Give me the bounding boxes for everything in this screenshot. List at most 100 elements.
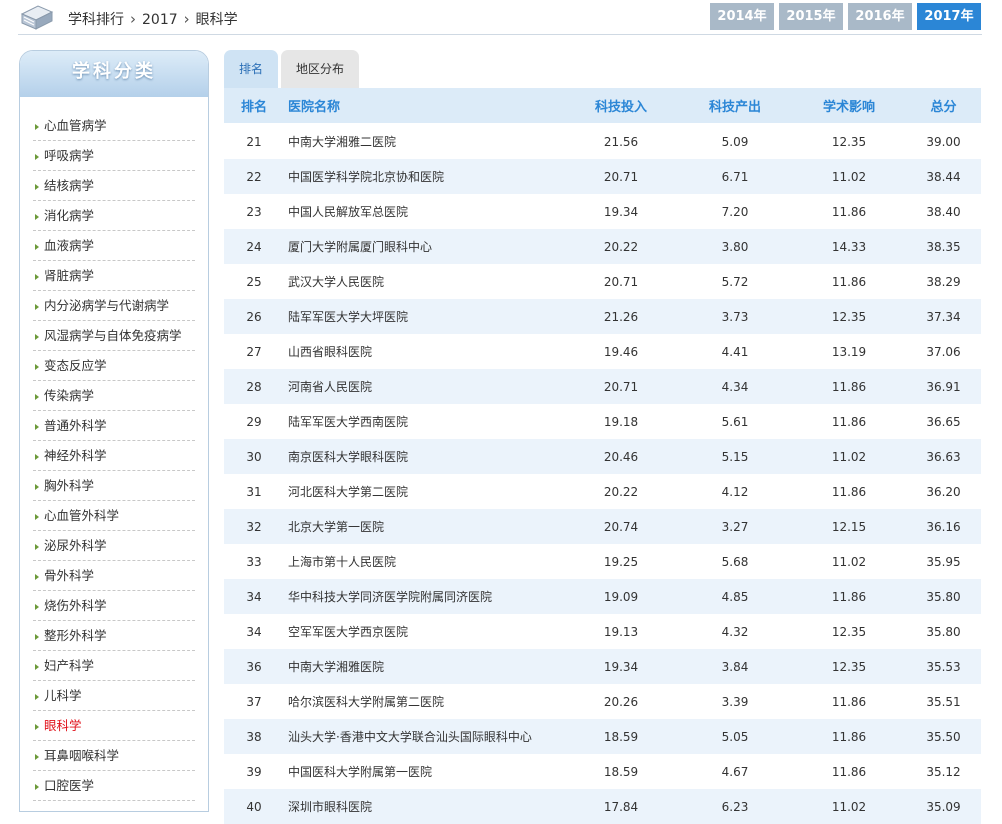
column-header-hospital: 医院名称 <box>284 88 564 124</box>
sidebar-item[interactable]: 神经外科学 <box>33 441 195 471</box>
sidebar-item[interactable]: 眼科学 <box>33 711 195 741</box>
column-header-total-score: 总分 <box>906 88 981 124</box>
hospital-name-cell[interactable]: 中国医学科学院北京协和医院 <box>284 159 564 194</box>
academic-impact-cell: 11.02 <box>792 439 906 474</box>
tech-input-cell: 19.34 <box>564 194 678 229</box>
total-score-cell: 35.80 <box>906 614 981 649</box>
table-row: 40 深圳市眼科医院 17.84 6.23 11.02 35.09 <box>224 789 981 824</box>
hospital-name-cell[interactable]: 上海市第十人民医院 <box>284 544 564 579</box>
column-header-tech-output: 科技产出 <box>678 88 792 124</box>
hospital-name-cell[interactable]: 中南大学湘雅医院 <box>284 649 564 684</box>
sidebar-item[interactable]: 风湿病学与自体免疫病学 <box>33 321 195 351</box>
academic-impact-cell: 12.35 <box>792 649 906 684</box>
rank-cell: 39 <box>224 754 284 789</box>
year-tab-2015[interactable]: 2015年 <box>779 3 843 30</box>
hospital-name-cell[interactable]: 河南省人民医院 <box>284 369 564 404</box>
sidebar-item[interactable]: 耳鼻咽喉科学 <box>33 741 195 771</box>
hospital-name-cell[interactable]: 空军军医大学西京医院 <box>284 614 564 649</box>
total-score-cell: 35.95 <box>906 544 981 579</box>
table-row: 26 陆军军医大学大坪医院 21.26 3.73 12.35 37.34 <box>224 299 981 334</box>
hospital-name-cell[interactable]: 北京大学第一医院 <box>284 509 564 544</box>
hospital-name-cell[interactable]: 中南大学湘雅二医院 <box>284 123 564 159</box>
hospital-name-cell[interactable]: 河北医科大学第二医院 <box>284 474 564 509</box>
tab-ranking[interactable]: 排名 <box>224 50 279 88</box>
tech-output-cell: 3.39 <box>678 684 792 719</box>
tech-output-cell: 5.09 <box>678 123 792 159</box>
hospital-name-cell[interactable]: 武汉大学人民医院 <box>284 264 564 299</box>
sidebar-item[interactable]: 口腔医学 <box>33 771 195 801</box>
sidebar-item[interactable]: 泌尿外科学 <box>33 531 195 561</box>
hospital-name-cell[interactable]: 陆军军医大学西南医院 <box>284 404 564 439</box>
sidebar-item[interactable]: 肾脏病学 <box>33 261 195 291</box>
academic-impact-cell: 11.86 <box>792 369 906 404</box>
tech-input-cell: 21.26 <box>564 299 678 334</box>
hospital-name-cell[interactable]: 南京医科大学眼科医院 <box>284 439 564 474</box>
sidebar-item[interactable]: 变态反应学 <box>33 351 195 381</box>
sidebar-item[interactable]: 血液病学 <box>33 231 195 261</box>
hospital-name-cell[interactable]: 哈尔滨医科大学附属第二医院 <box>284 684 564 719</box>
sidebar-item[interactable]: 消化病学 <box>33 201 195 231</box>
year-tab-2014[interactable]: 2014年 <box>710 3 774 30</box>
table-row: 34 华中科技大学同济医学院附属同济医院 19.09 4.85 11.86 35.80 <box>224 579 981 614</box>
sidebar-item[interactable]: 胸外科学 <box>33 471 195 501</box>
hospital-name-cell[interactable]: 华中科技大学同济医学院附属同济医院 <box>284 579 564 614</box>
academic-impact-cell: 12.35 <box>792 614 906 649</box>
tab-region-distribution[interactable]: 地区分布 <box>281 50 360 88</box>
tech-output-cell: 5.68 <box>678 544 792 579</box>
sidebar-item[interactable]: 心血管病学 <box>33 111 195 141</box>
sidebar-item[interactable]: 心血管外科学 <box>33 501 195 531</box>
year-tab-2017[interactable]: 2017年 <box>917 3 981 30</box>
tech-output-cell: 3.73 <box>678 299 792 334</box>
tech-output-cell: 3.27 <box>678 509 792 544</box>
tech-output-cell: 5.05 <box>678 719 792 754</box>
rank-cell: 24 <box>224 229 284 264</box>
sidebar-item[interactable]: 骨外科学 <box>33 561 195 591</box>
tech-output-cell: 4.41 <box>678 334 792 369</box>
table-header-row: 排名 医院名称 科技投入 科技产出 学术影响 总分 <box>224 88 981 124</box>
rank-cell: 40 <box>224 789 284 824</box>
sidebar-item[interactable]: 整形外科学 <box>33 621 195 651</box>
table-row: 36 中南大学湘雅医院 19.34 3.84 12.35 35.53 <box>224 649 981 684</box>
rank-cell: 31 <box>224 474 284 509</box>
year-tab-2016[interactable]: 2016年 <box>848 3 912 30</box>
academic-impact-cell: 12.15 <box>792 509 906 544</box>
sidebar-item[interactable]: 妇产科学 <box>33 651 195 681</box>
sidebar-item[interactable]: 传染病学 <box>33 381 195 411</box>
sidebar-item[interactable]: 呼吸病学 <box>33 141 195 171</box>
total-score-cell: 35.51 <box>906 684 981 719</box>
sidebar-item[interactable]: 内分泌病学与代谢病学 <box>33 291 195 321</box>
total-score-cell: 36.91 <box>906 369 981 404</box>
total-score-cell: 35.80 <box>906 579 981 614</box>
tech-input-cell: 20.71 <box>564 159 678 194</box>
rank-cell: 21 <box>224 123 284 159</box>
table-row: 30 南京医科大学眼科医院 20.46 5.15 11.02 36.63 <box>224 439 981 474</box>
hospital-name-cell[interactable]: 汕头大学·香港中文大学联合汕头国际眼科中心 <box>284 719 564 754</box>
hospital-name-cell[interactable]: 中国人民解放军总医院 <box>284 194 564 229</box>
column-header-academic-impact: 学术影响 <box>792 88 906 124</box>
table-row: 34 空军军医大学西京医院 19.13 4.32 12.35 35.80 <box>224 614 981 649</box>
tech-output-cell: 4.85 <box>678 579 792 614</box>
tech-input-cell: 19.25 <box>564 544 678 579</box>
total-score-cell: 38.35 <box>906 229 981 264</box>
breadcrumb-item-year[interactable]: 2017 <box>142 12 178 28</box>
column-header-tech-input: 科技投入 <box>564 88 678 124</box>
hospital-name-cell[interactable]: 陆军军医大学大坪医院 <box>284 299 564 334</box>
hospital-name-cell[interactable]: 山西省眼科医院 <box>284 334 564 369</box>
rank-cell: 22 <box>224 159 284 194</box>
academic-impact-cell: 11.02 <box>792 159 906 194</box>
subject-list: 心血管病学 呼吸病学 结核病学 消化病学 血液病学 肾脏病学 内分泌病学与代谢病学 风湿病学与… <box>33 111 195 801</box>
sidebar-item[interactable]: 普通外科学 <box>33 411 195 441</box>
breadcrumb-item-subject: 眼科学 <box>195 12 238 28</box>
breadcrumb-item-ranking[interactable]: 学科排行 <box>68 9 124 29</box>
sidebar-item[interactable]: 烧伤外科学 <box>33 591 195 621</box>
hospital-name-cell[interactable]: 中国医科大学附属第一医院 <box>284 754 564 789</box>
ranking-table-container: 排名 医院名称 科技投入 科技产出 学术影响 总分 21 中南大学湘雅二医院 21.… <box>224 88 981 824</box>
total-score-cell: 35.50 <box>906 719 981 754</box>
sidebar-item[interactable]: 儿科学 <box>33 681 195 711</box>
hospital-name-cell[interactable]: 深圳市眼科医院 <box>284 789 564 824</box>
hospital-name-cell[interactable]: 厦门大学附属厦门眼科中心 <box>284 229 564 264</box>
breadcrumb-separator-icon: › <box>183 10 190 28</box>
total-score-cell: 38.44 <box>906 159 981 194</box>
sidebar-item[interactable]: 结核病学 <box>33 171 195 201</box>
table-row: 38 汕头大学·香港中文大学联合汕头国际眼科中心 18.59 5.05 11.86 35.… <box>224 719 981 754</box>
